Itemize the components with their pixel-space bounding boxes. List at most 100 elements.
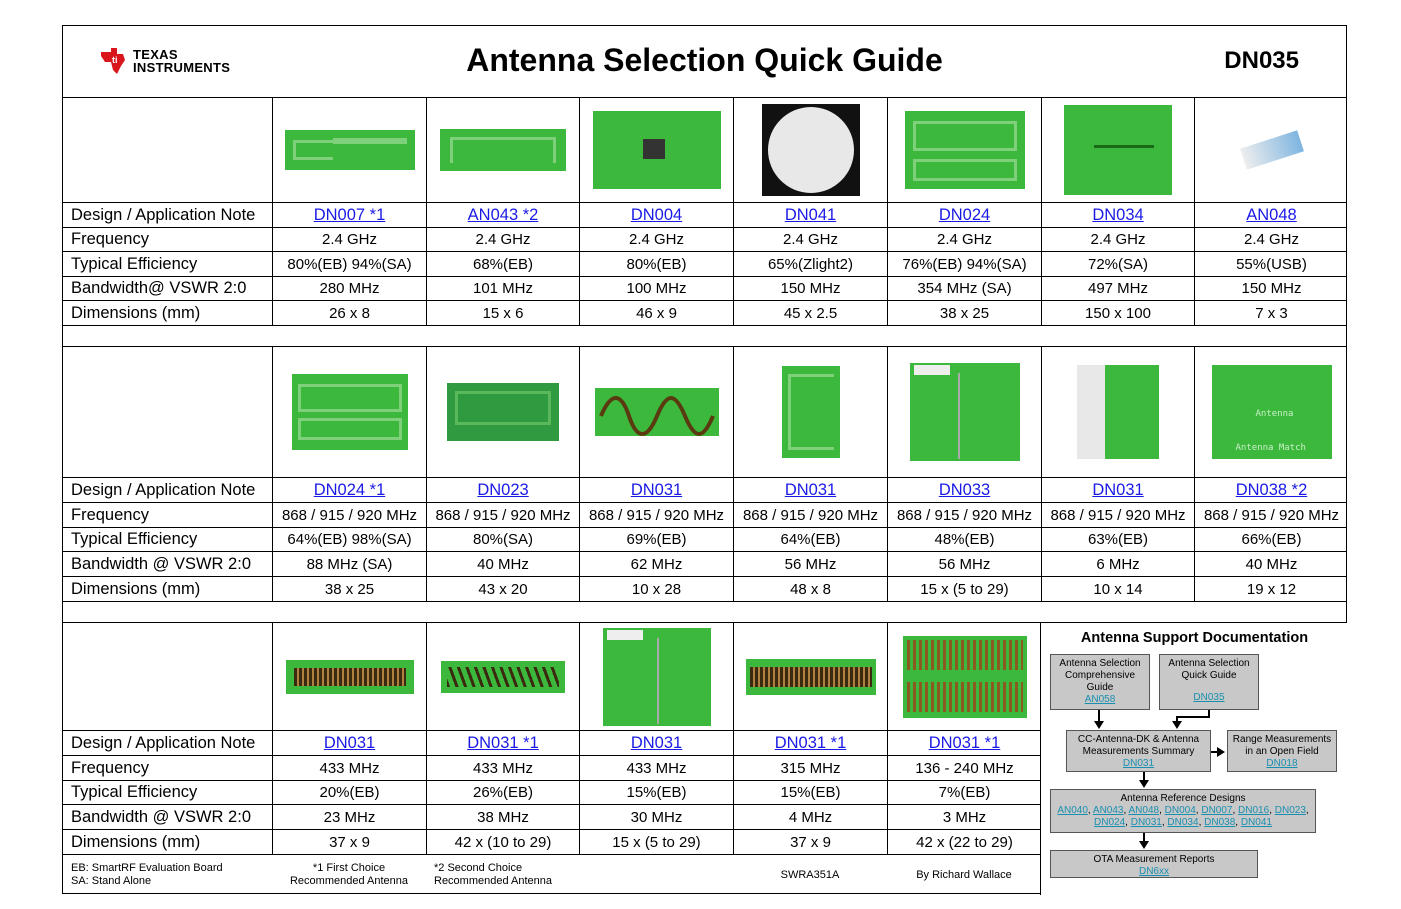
- design-note-link[interactable]: DN031: [1092, 481, 1143, 500]
- efficiency-cell: 20%(EB): [272, 781, 426, 804]
- ref-link[interactable]: DN016: [1238, 805, 1269, 816]
- design-note-link[interactable]: DN024 *1: [314, 481, 386, 500]
- footer-sa: SA: Stand Alone: [71, 875, 152, 887]
- row-label: Frequency: [71, 758, 149, 777]
- section1-bandwidth-row: Bandwidth@ VSWR 2:0 280 MHz 101 MHz 100 …: [63, 277, 1346, 301]
- box-text: Comprehensive: [1064, 670, 1136, 681]
- design-note-link[interactable]: DN004: [631, 206, 682, 225]
- bandwidth-cell: 6 MHz: [1041, 552, 1194, 576]
- dimensions-cell: 38 x 25: [887, 301, 1041, 325]
- antenna-photo: Antenna Antenna Match: [1194, 347, 1348, 477]
- design-note-link[interactable]: DN031 *1: [929, 734, 1001, 753]
- dimensions-cell: 38 x 25: [272, 577, 426, 601]
- frequency-cell: 868 / 915 / 920 MHz: [1194, 503, 1348, 527]
- box-text: Antenna Reference Designs: [1120, 793, 1246, 804]
- design-note-link[interactable]: DN031: [631, 734, 682, 753]
- ref-link[interactable]: DN004: [1165, 805, 1196, 816]
- frequency-cell: 2.4 GHz: [579, 228, 733, 251]
- efficiency-cell: 48%(EB): [887, 528, 1041, 551]
- ref-link[interactable]: DN041: [1241, 817, 1272, 828]
- bandwidth-cell: 3 MHz: [887, 805, 1041, 829]
- row-label: Design / Application Note: [71, 205, 256, 224]
- efficiency-cell: 68%(EB): [426, 252, 579, 276]
- dimensions-cell: 10 x 14: [1041, 577, 1194, 601]
- frequency-cell: 315 MHz: [733, 756, 887, 780]
- design-note-link[interactable]: DN024: [939, 206, 990, 225]
- design-note-link[interactable]: DN031 *1: [775, 734, 847, 753]
- ref-link[interactable]: AN043: [1093, 805, 1124, 816]
- dimensions-cell: 26 x 8: [272, 301, 426, 325]
- efficiency-cell: 66%(EB): [1194, 528, 1348, 551]
- efficiency-cell: 72%(SA): [1041, 252, 1194, 276]
- section1-efficiency-row: Typical Efficiency 80%(EB) 94%(SA) 68%(E…: [63, 252, 1346, 277]
- section3-frequency-row: Frequency 433 MHz 433 MHz 433 MHz 315 MH…: [63, 756, 1041, 781]
- quick-guide-box: Antenna Selection Quick Guide DN035: [1159, 654, 1259, 710]
- design-note-link[interactable]: DN031 *1: [467, 734, 539, 753]
- dn031-link[interactable]: DN031: [1123, 758, 1154, 769]
- box-text: Antenna Selection: [1168, 658, 1250, 669]
- ref-link[interactable]: DN023: [1275, 805, 1306, 816]
- doc-number: DN035: [1224, 47, 1299, 74]
- dn6xx-link[interactable]: DN6xx: [1139, 866, 1169, 877]
- design-note-link[interactable]: DN041: [785, 206, 836, 225]
- arrow-down-icon: [1094, 721, 1104, 729]
- dimensions-cell: 10 x 28: [579, 577, 733, 601]
- page-title: Antenna Selection Quick Guide: [466, 42, 943, 78]
- design-note-link[interactable]: AN043 *2: [468, 206, 539, 225]
- antenna-photo: [579, 347, 733, 477]
- ref-link[interactable]: DN038: [1204, 817, 1235, 828]
- dimensions-cell: 15 x (5 to 29): [579, 830, 733, 854]
- frequency-cell: 433 MHz: [272, 756, 426, 780]
- design-note-link[interactable]: DN038 *2: [1236, 481, 1308, 500]
- row-label: Design / Application Note: [71, 480, 256, 499]
- bandwidth-cell: 101 MHz: [426, 277, 579, 300]
- ref-link[interactable]: AN048: [1129, 805, 1160, 816]
- reference-designs-box: Antenna Reference Designs AN040, AN043, …: [1050, 789, 1316, 833]
- range-measurements-box: Range Measurements in an Open Field DN01…: [1227, 730, 1337, 772]
- efficiency-cell: 80%(EB): [579, 252, 733, 276]
- frequency-cell: 868 / 915 / 920 MHz: [733, 503, 887, 527]
- helical-antenna-icon: [598, 396, 715, 436]
- efficiency-cell: 7%(EB): [887, 781, 1041, 804]
- dimensions-cell: 37 x 9: [272, 830, 426, 854]
- quick-guide-sheet: ti Texas Instruments Antenna Selection Q…: [62, 25, 1348, 895]
- design-note-link[interactable]: DN031: [631, 481, 682, 500]
- design-note-link[interactable]: AN048: [1246, 206, 1296, 225]
- section2-design-row: Design / Application Note DN024 *1 DN023…: [63, 478, 1346, 503]
- design-note-link[interactable]: DN007 *1: [314, 206, 386, 225]
- design-note-link[interactable]: DN023: [477, 481, 528, 500]
- bandwidth-cell: 56 MHz: [887, 552, 1041, 576]
- bandwidth-cell: 23 MHz: [272, 805, 426, 829]
- frequency-cell: 2.4 GHz: [1194, 228, 1348, 251]
- section1-frequency-row: Frequency 2.4 GHz 2.4 GHz 2.4 GHz 2.4 GH…: [63, 228, 1346, 252]
- ref-link[interactable]: AN040: [1057, 805, 1088, 816]
- frequency-cell: 433 MHz: [579, 756, 733, 780]
- ota-reports-box: OTA Measurement Reports DN6xx: [1050, 850, 1258, 878]
- design-note-link[interactable]: DN033: [939, 481, 990, 500]
- footer-second-line1: *2 Second Choice: [434, 862, 523, 874]
- ref-link[interactable]: DN034: [1167, 817, 1198, 828]
- dn035-link[interactable]: DN035: [1193, 692, 1224, 703]
- ref-link[interactable]: DN007: [1201, 805, 1232, 816]
- dimensions-cell: 150 x 100: [1041, 301, 1194, 325]
- design-note-link[interactable]: DN031: [785, 481, 836, 500]
- an058-link[interactable]: AN058: [1085, 694, 1116, 705]
- footer-first-line1: *1 First Choice: [312, 862, 386, 874]
- design-note-link[interactable]: DN031: [324, 734, 375, 753]
- footer-legend: EB: SmartRF Evaluation Board SA: Stand A…: [71, 862, 223, 902]
- efficiency-cell: 15%(EB): [579, 781, 733, 804]
- box-text: Antenna Selection: [1059, 658, 1141, 669]
- section1-design-row: Design / Application Note DN007 *1 AN043…: [63, 203, 1346, 228]
- row-label: Dimensions (mm): [71, 832, 201, 851]
- ref-link[interactable]: DN031: [1131, 817, 1162, 828]
- ref-links-row2: DN024, DN031, DN034, DN038, DN041: [1094, 817, 1272, 828]
- design-note-link[interactable]: DN034: [1092, 206, 1143, 225]
- antenna-photo: [579, 97, 733, 202]
- box-text: Quick Guide: [1181, 670, 1237, 681]
- frequency-cell: 136 - 240 MHz: [887, 756, 1041, 780]
- antenna-photo: [426, 347, 579, 477]
- dn018-link[interactable]: DN018: [1266, 758, 1297, 769]
- ref-link[interactable]: DN024: [1094, 817, 1125, 828]
- antenna-photo: [887, 623, 1041, 730]
- row-label: Typical Efficiency: [71, 254, 198, 273]
